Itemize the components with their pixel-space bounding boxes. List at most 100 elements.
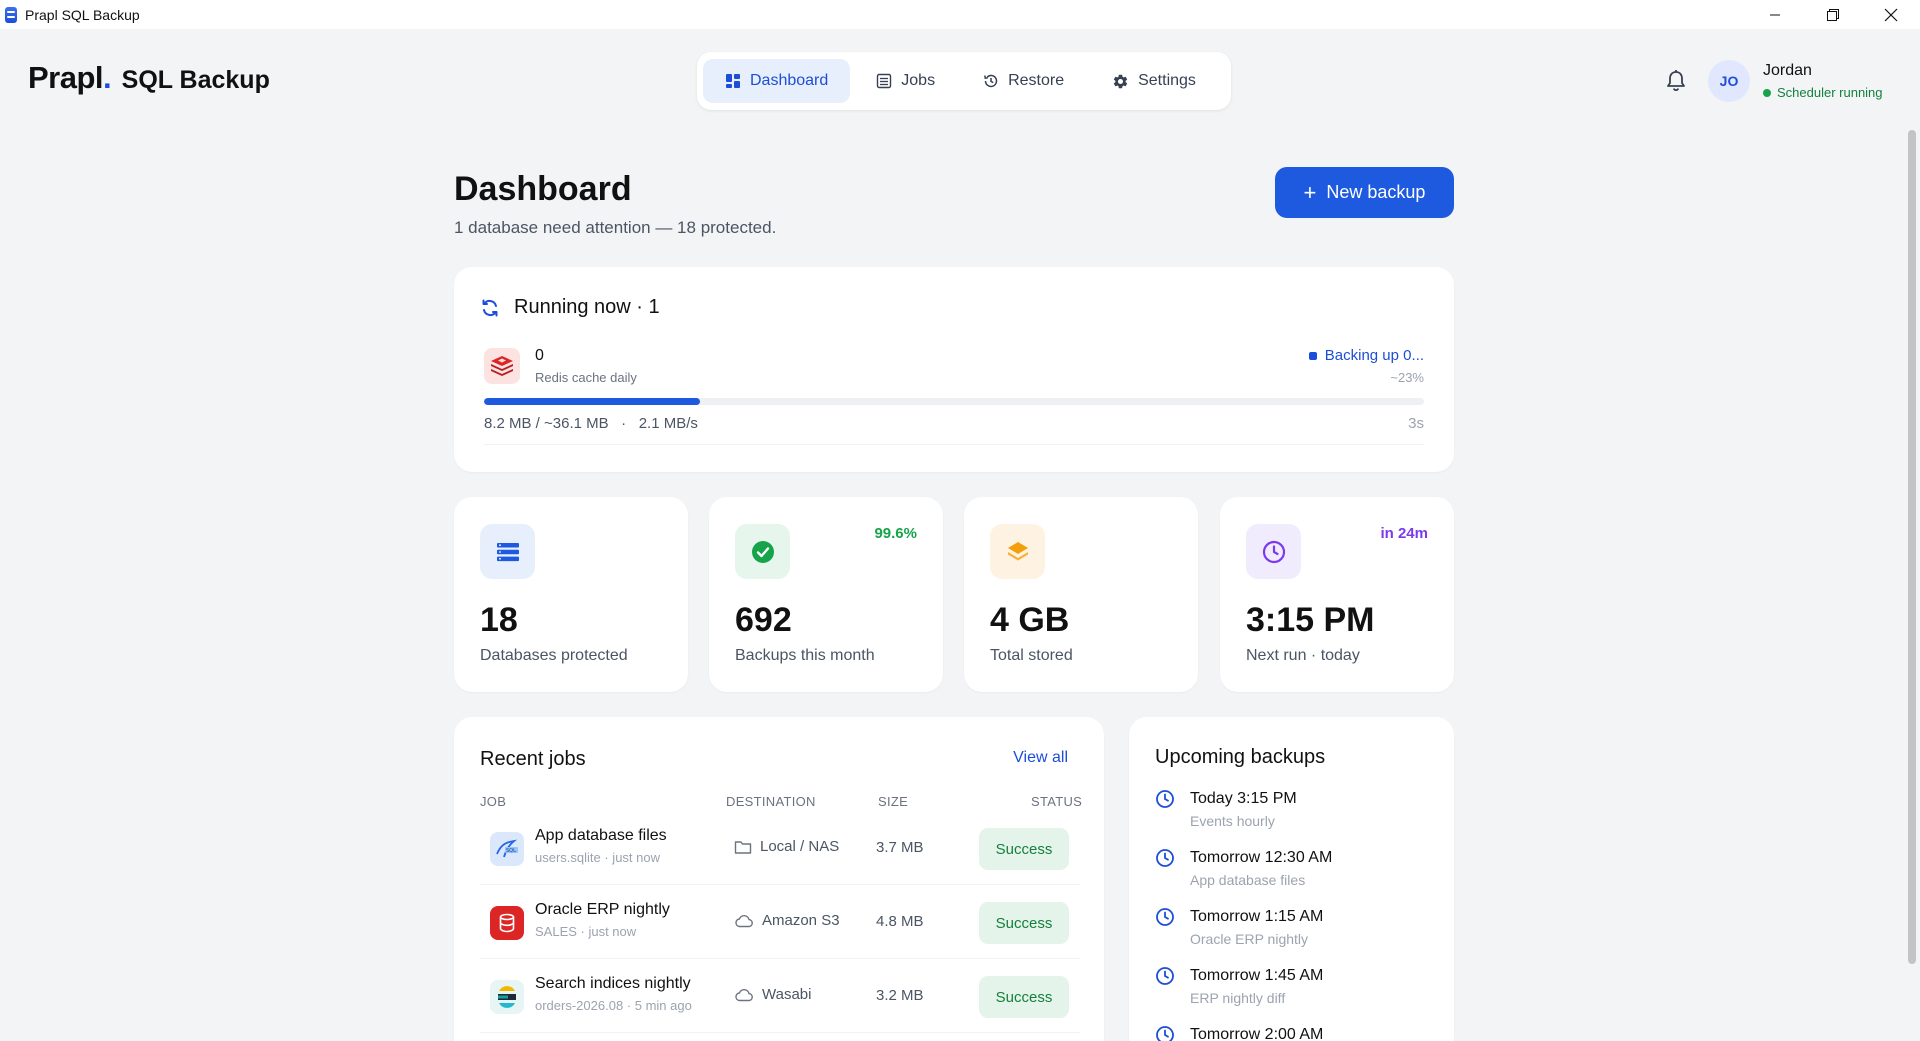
stat-label: Next run · today (1246, 647, 1360, 664)
destination-label: Local / NAS (760, 838, 840, 855)
job-destination: Wasabi (734, 986, 811, 1003)
main-nav: Dashboard Jobs Restore Settings (697, 52, 1231, 110)
column-header-status: STATUS (1031, 794, 1083, 809)
divider (484, 444, 1424, 445)
job-size: 3.7 MB (876, 839, 924, 856)
window-controls (1746, 0, 1920, 29)
tab-label: Settings (1138, 72, 1196, 89)
job-name: Search indices nightly (535, 975, 691, 992)
next-run-badge: in 24m (1380, 525, 1428, 542)
clock-icon (1156, 967, 1174, 985)
status-dot (1763, 88, 1771, 97)
job-name: Oracle ERP nightly (535, 901, 670, 918)
restore-icon[interactable] (1804, 0, 1862, 29)
scheduler-status-text: Scheduler running (1777, 85, 1883, 100)
tab-settings[interactable]: Settings (1090, 59, 1218, 103)
status-badge: Success (979, 976, 1069, 1018)
job-meta: users.sqlite · just now (535, 850, 660, 865)
scrollbar[interactable] (1908, 130, 1916, 964)
minimize-icon[interactable] (1746, 0, 1804, 29)
tab-label: Dashboard (750, 72, 829, 89)
oracle-icon (490, 906, 524, 940)
transfer-speed: 2.1 MB/s (638, 415, 698, 432)
stat-label: Backups this month (735, 647, 875, 664)
stat-card-databases: 18 Databases protected (454, 497, 688, 692)
upcoming-title: Upcoming backups (1155, 746, 1326, 768)
layers-icon (990, 524, 1045, 579)
tab-label: Restore (1008, 72, 1065, 89)
transfer-stats: 8.2 MB / ~36.1 MB · 2.1 MB/s (484, 415, 698, 432)
upcoming-job: ERP nightly diff (1190, 990, 1286, 1006)
upcoming-time: Today 3:15 PM (1190, 790, 1297, 807)
running-title: Running now · 1 (514, 296, 660, 318)
page-title: Dashboard (454, 170, 632, 208)
tab-dashboard[interactable]: Dashboard (703, 59, 851, 103)
job-name: App database files (535, 827, 667, 844)
avatar[interactable]: JO (1708, 60, 1750, 102)
running-job-status: Backing up 0... (1308, 347, 1424, 364)
stat-value: 692 (735, 601, 792, 639)
table-row[interactable]: SQL App database files users.sqlite · ju… (480, 811, 1080, 885)
destination-label: Amazon S3 (762, 912, 840, 929)
list-icon (877, 73, 892, 89)
running-status-text: Backing up 0... (1324, 347, 1424, 364)
tab-label: Jobs (901, 72, 936, 89)
upcoming-backups-card: Upcoming backups Today 3:15 PM Events ho… (1129, 717, 1454, 1041)
upcoming-job: Events hourly (1190, 813, 1275, 829)
column-header-destination: DESTINATION (726, 794, 816, 809)
job-meta: orders-2026.08 · 5 min ago (535, 998, 692, 1013)
stat-card-next-run: in 24m 3:15 PM Next run · today (1220, 497, 1454, 692)
destination-label: Wasabi (762, 986, 812, 1003)
elapsed-time: 3s (1408, 415, 1424, 432)
cloud-icon (735, 914, 753, 927)
job-meta: SALES · just now (535, 924, 637, 939)
running-percent: ~23% (1390, 370, 1424, 385)
running-header: Running now · 1 (480, 296, 660, 319)
scheduler-status: Scheduler running (1763, 85, 1883, 100)
tab-jobs[interactable]: Jobs (854, 59, 957, 103)
job-destination: Amazon S3 (734, 912, 840, 929)
upcoming-job: Oracle ERP nightly (1190, 931, 1309, 947)
upcoming-time: Tomorrow 1:15 AM (1190, 908, 1324, 925)
stat-label: Databases protected (480, 647, 628, 664)
app-icon (5, 6, 17, 23)
status-square-icon (1308, 351, 1317, 360)
bell-icon[interactable] (1665, 69, 1687, 98)
svg-text:SQL: SQL (506, 848, 516, 854)
stats-separator: · (621, 415, 627, 432)
clock-icon (1156, 1026, 1174, 1041)
column-header-job: JOB (480, 794, 507, 809)
running-job-subtitle: Redis cache daily (535, 370, 637, 385)
table-row[interactable]: Oracle ERP nightly SALES · just now Amaz… (480, 885, 1080, 959)
tab-restore[interactable]: Restore (961, 59, 1086, 103)
progress-track (484, 398, 1424, 405)
stat-card-backups: 99.6% 692 Backups this month (709, 497, 943, 692)
clock-icon (1156, 849, 1174, 867)
view-all-link[interactable]: View all (1013, 749, 1068, 767)
sqlite-icon: SQL (490, 832, 524, 866)
stat-value: 3:15 PM (1246, 601, 1375, 639)
success-rate-badge: 99.6% (874, 525, 917, 542)
running-now-card: Running now · 1 0 Redis cache daily Back… (454, 267, 1454, 472)
dashboard-icon (726, 74, 740, 88)
elasticsearch-icon (490, 980, 524, 1014)
clock-icon (1156, 908, 1174, 926)
new-backup-button[interactable]: + New backup (1275, 167, 1454, 218)
folder-icon (734, 840, 752, 854)
brand-dot: . (103, 60, 112, 95)
recent-jobs-card: Recent jobs View all JOB DESTINATION SIZ… (454, 717, 1104, 1041)
job-size: 3.2 MB (876, 987, 924, 1004)
brand-logo: Prapl. SQL Backup (28, 60, 270, 96)
user-name: Jordan (1763, 62, 1812, 79)
table-row[interactable]: Search indices nightly orders-2026.08 · … (480, 959, 1080, 1033)
window-titlebar: Prapl SQL Backup (0, 0, 1920, 29)
page-subtitle: 1 database need attention — 18 protected… (454, 218, 777, 237)
stat-value: 4 GB (990, 601, 1070, 639)
status-badge: Success (979, 828, 1069, 870)
close-icon[interactable] (1862, 0, 1920, 29)
new-backup-label: New backup (1326, 182, 1426, 202)
plus-icon: + (1303, 179, 1317, 205)
product-name: SQL Backup (121, 66, 270, 94)
job-size: 4.8 MB (876, 913, 924, 930)
upcoming-time: Tomorrow 12:30 AM (1190, 849, 1333, 866)
